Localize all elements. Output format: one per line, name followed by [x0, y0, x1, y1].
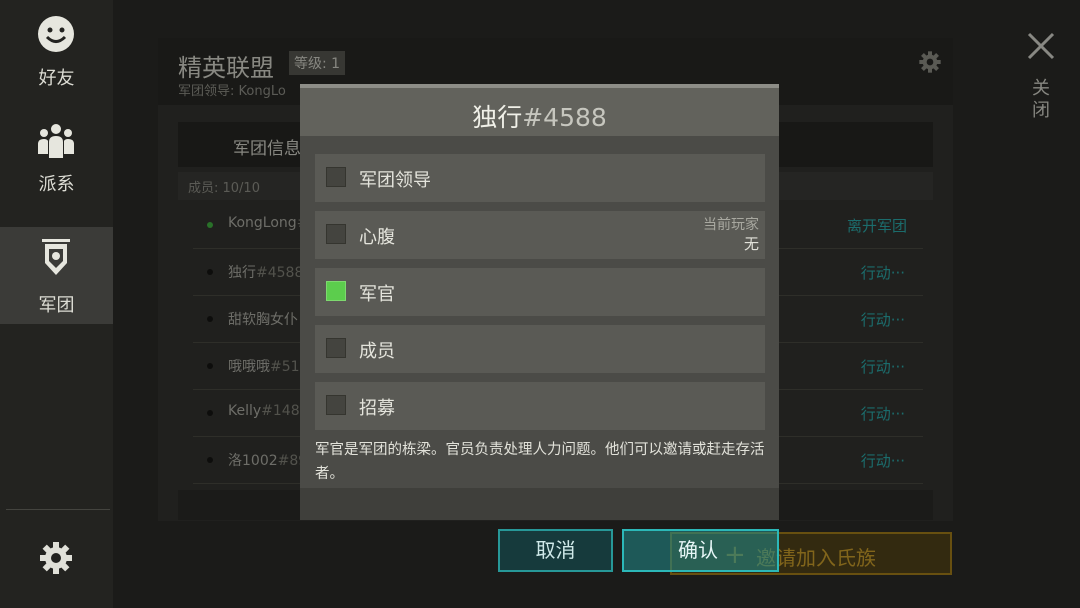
sidebar-item-faction[interactable]: 派系 [0, 106, 113, 203]
dialog-title-bar: 独行#4588 [300, 88, 779, 136]
role-checkbox[interactable] [326, 224, 346, 244]
role-checkbox[interactable] [326, 167, 346, 187]
role-option-leader[interactable]: 军团领导 [315, 154, 765, 202]
confirm-button[interactable]: 确认 [622, 529, 779, 572]
faction-group-icon [38, 124, 74, 158]
clan-banner-icon [42, 239, 70, 275]
current-holder-value: 无 [743, 235, 759, 253]
role-assign-dialog: 独行#4588 军团领导 心腹 当前玩家 无 军官 成员 招募 军官是军团的栋梁… [300, 84, 779, 520]
role-checkbox[interactable] [326, 395, 346, 415]
role-checkbox[interactable] [326, 338, 346, 358]
sidebar-item-label: 好友 [38, 68, 75, 89]
sidebar-item-label: 军团 [38, 295, 75, 316]
role-label: 招募 [359, 398, 395, 419]
smiley-icon [38, 16, 74, 52]
sidebar-item-clan[interactable]: 军团 [0, 227, 113, 324]
role-label: 成员 [359, 341, 395, 362]
sidebar-divider [6, 509, 110, 510]
gear-icon[interactable] [38, 540, 74, 576]
role-checkbox-checked[interactable] [326, 281, 346, 301]
sidebar-item-label: 派系 [38, 174, 75, 195]
current-holder: 当前玩家 无 [703, 216, 759, 254]
role-label: 心腹 [359, 227, 395, 248]
sidebar-item-friends[interactable]: 好友 [0, 0, 113, 97]
role-option-confidant[interactable]: 心腹 当前玩家 无 [315, 211, 765, 259]
role-option-member[interactable]: 成员 [315, 325, 765, 373]
role-description: 军官是军团的栋梁。官员负责处理人力问题。他们可以邀请或赶走存活者。 [315, 442, 765, 482]
dialog-title: 独行#4588 [472, 103, 607, 132]
role-option-officer[interactable]: 军官 [315, 268, 765, 316]
current-holder-label: 当前玩家 [703, 217, 759, 233]
cancel-button[interactable]: 取消 [498, 529, 613, 572]
role-label: 军团领导 [359, 170, 431, 191]
dialog-bottom-bar [300, 488, 779, 520]
sidebar: 好友 派系 军团 [0, 0, 113, 608]
role-label: 军官 [359, 284, 395, 305]
role-option-recruit[interactable]: 招募 [315, 382, 765, 430]
